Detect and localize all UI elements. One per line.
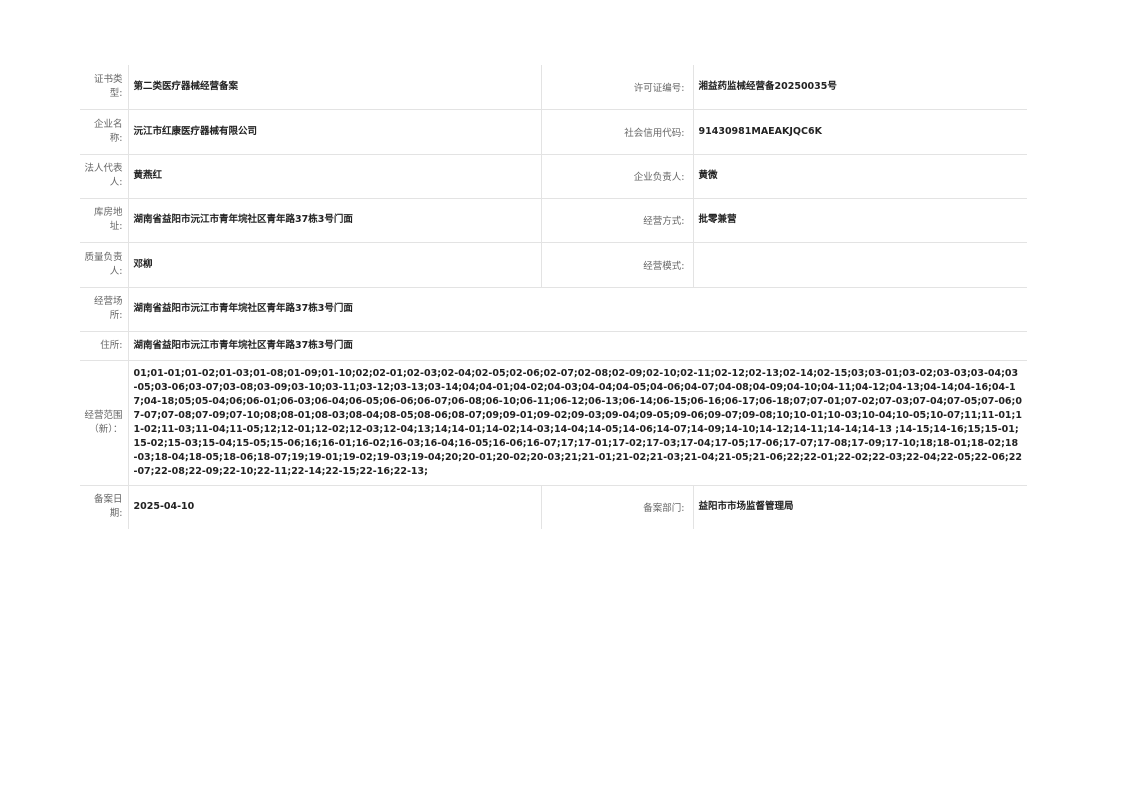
filing-dept-label: 备案部门: — [540, 484, 694, 529]
filing-dept-value: 益阳市市场监督管理局 — [692, 484, 1027, 529]
row-company: 企业名称: 沅江市红康医疗器械有限公司 社会信用代码: 91430981MAEA… — [80, 108, 1027, 155]
row-residence: 住所: 湖南省益阳市沅江市青年垸社区青年路37栋3号门面 — [80, 330, 1027, 361]
business-premises-label: 经营场所: — [80, 286, 129, 332]
row-legal-rep: 法人代表人: 黄燕红 企业负责人: 黄微 — [80, 153, 1027, 199]
cert-type-value: 第二类医疗器械经营备案 — [127, 65, 542, 110]
residence-value: 湖南省益阳市沅江市青年垸社区青年路37栋3号门面 — [127, 330, 1027, 361]
row-filing: 备案日期: 2025-04-10 备案部门: 益阳市市场监督管理局 — [80, 484, 1027, 529]
legal-rep-label: 法人代表人: — [80, 153, 129, 199]
business-mode-label: 经营模式: — [540, 241, 694, 288]
row-warehouse: 库房地址: 湖南省益阳市沅江市青年垸社区青年路37栋3号门面 经营方式: 批零兼… — [80, 197, 1027, 243]
scope-label: 经营范围（新）： — [80, 359, 129, 486]
license-no-value: 湘益药监械经营备20250035号 — [692, 65, 1027, 110]
legal-rep-value: 黄燕红 — [127, 153, 542, 199]
warehouse-label: 库房地址: — [80, 197, 129, 243]
principal-value: 黄微 — [692, 153, 1027, 199]
quality-manager-label: 质量负责人: — [80, 241, 129, 288]
business-premises-value: 湖南省益阳市沅江市青年垸社区青年路37栋3号门面 — [127, 286, 1027, 332]
row-business-premises: 经营场所: 湖南省益阳市沅江市青年垸社区青年路37栋3号门面 — [80, 286, 1027, 332]
scope-value: 01;01-01;01-02;01-03;01-08;01-09;01-10;0… — [127, 359, 1027, 486]
residence-label: 住所: — [80, 330, 129, 361]
cert-type-label: 证书类型: — [80, 65, 129, 110]
credit-code-value: 91430981MAEAKJQC6K — [692, 108, 1027, 155]
company-name-value: 沅江市红康医疗器械有限公司 — [127, 108, 542, 155]
filing-date-value: 2025-04-10 — [127, 484, 542, 529]
business-mode-value — [692, 241, 1027, 288]
principal-label: 企业负责人: — [540, 153, 694, 199]
company-name-label: 企业名称: — [80, 108, 129, 155]
business-method-label: 经营方式: — [540, 197, 694, 243]
record-table: 证书类型: 第二类医疗器械经营备案 许可证编号: 湘益药监械经营备2025003… — [80, 65, 1027, 529]
warehouse-value: 湖南省益阳市沅江市青年垸社区青年路37栋3号门面 — [127, 197, 542, 243]
filing-date-label: 备案日期: — [80, 484, 129, 529]
row-quality-manager: 质量负责人: 邓柳 经营模式: — [80, 241, 1027, 288]
row-scope: 经营范围（新）： 01;01-01;01-02;01-03;01-08;01-0… — [80, 359, 1027, 486]
business-method-value: 批零兼营 — [692, 197, 1027, 243]
row-cert-type: 证书类型: 第二类医疗器械经营备案 许可证编号: 湘益药监械经营备2025003… — [80, 65, 1027, 110]
quality-manager-value: 邓柳 — [127, 241, 542, 288]
credit-code-label: 社会信用代码: — [540, 108, 694, 155]
license-no-label: 许可证编号: — [540, 65, 694, 110]
